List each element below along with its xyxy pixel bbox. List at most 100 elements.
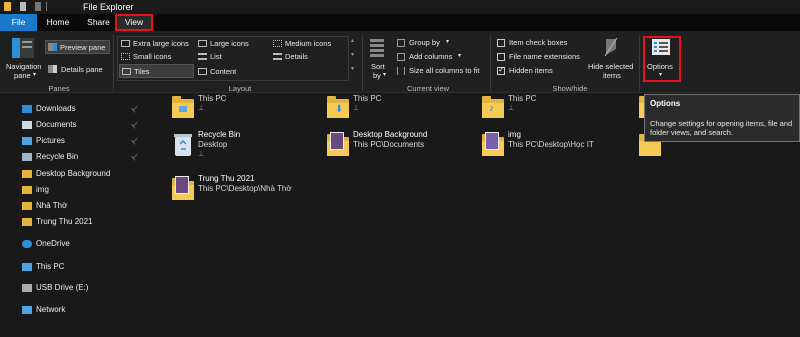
large-icons-label: Large icons xyxy=(210,39,249,48)
nav-item[interactable]: USB Drive (E:) xyxy=(0,280,150,296)
pin-icon: ⊥ xyxy=(508,105,515,112)
folder-icon: ⬇ xyxy=(327,96,349,118)
ribbon-divider xyxy=(113,35,114,91)
chevron-down-icon: ▾ xyxy=(446,39,450,45)
usb-drive-icon xyxy=(22,284,32,292)
tile-name: img xyxy=(508,130,521,139)
list-icon xyxy=(198,53,207,60)
medium-icons-icon xyxy=(273,40,282,47)
file-tile[interactable]: ⬇ This PC ⊥ xyxy=(327,94,477,128)
tile-location: Desktop xyxy=(198,140,228,149)
hide-selected-label-2: items xyxy=(603,71,621,80)
layout-group-label: Layout xyxy=(228,84,252,93)
documents-icon xyxy=(22,121,32,129)
chevron-down-icon: ▾ xyxy=(33,72,37,78)
file-name-extensions-checkbox[interactable] xyxy=(497,53,505,61)
navigation-pane: Downloads ⊥ Documents ⊥ Pictures ⊥ Recycle Bin… xyxy=(0,94,150,337)
tile-name: Recycle Bin xyxy=(198,130,241,139)
nav-item[interactable]: Desktop Background xyxy=(0,166,150,182)
nav-item[interactable]: OneDrive xyxy=(0,236,150,252)
folder-icon xyxy=(22,170,32,178)
panes-group-label: Panes xyxy=(48,84,70,93)
file-tile[interactable]: ♪ This PC ⊥ xyxy=(482,94,632,128)
window-title: File Explorer xyxy=(83,2,134,12)
nav-item[interactable]: Recycle Bin ⊥ xyxy=(0,149,150,165)
pin-icon: ⊥ xyxy=(198,105,205,112)
tile-location: This PC\Desktop\Nhà Thờ xyxy=(198,184,292,193)
tile-location: This PC\Desktop\Học IT xyxy=(508,140,594,149)
nav-item-label: Trung Thu 2021 xyxy=(36,217,93,226)
tile-name: Trung Thu 2021 xyxy=(198,174,255,183)
this-pc-icon xyxy=(22,263,32,271)
small-icons-icon xyxy=(121,53,130,60)
pin-icon: ⊥ xyxy=(129,135,141,147)
properties-icon[interactable] xyxy=(20,2,26,11)
sort-icon xyxy=(370,39,384,57)
details-pane-label: Details pane xyxy=(61,65,103,74)
ribbon: Navigation pane ▾ Preview pane Details p… xyxy=(0,31,800,93)
nav-item[interactable]: Downloads ⊥ xyxy=(0,101,150,117)
nav-item-label: This PC xyxy=(36,262,65,271)
pin-icon: ⊥ xyxy=(198,151,205,158)
nav-item[interactable]: This PC xyxy=(0,259,150,275)
group-by-label: Group by xyxy=(409,38,440,47)
ribbon-divider xyxy=(490,35,491,91)
nav-item[interactable]: Pictures ⊥ xyxy=(0,133,150,149)
tile-location: This PC xyxy=(508,94,537,103)
list-label: List xyxy=(210,52,222,61)
preview-pane-button[interactable]: Preview pane xyxy=(45,40,110,54)
add-columns-label: Add columns xyxy=(409,52,453,61)
pin-icon: ⊥ xyxy=(129,151,141,163)
hidden-items-checkbox[interactable] xyxy=(497,65,505,75)
tiles-label: Tiles xyxy=(134,67,150,76)
hide-selected-label: Hide selected xyxy=(588,62,634,71)
small-icons-label: Small icons xyxy=(133,52,172,61)
nav-item-label: Desktop Background xyxy=(36,169,111,178)
nav-item-label: Pictures xyxy=(36,136,65,145)
nav-item[interactable]: Documents ⊥ xyxy=(0,117,150,133)
item-check-boxes-checkbox[interactable] xyxy=(497,39,505,47)
preview-pane-icon xyxy=(48,43,57,51)
file-tile[interactable]: Desktop Background This PC\Documents xyxy=(327,130,477,164)
tab-home[interactable]: Home xyxy=(41,14,75,31)
file-tile[interactable]: Recycle Bin Desktop ⊥ xyxy=(172,130,322,164)
tile-location: This PC xyxy=(353,94,382,103)
tab-file[interactable]: File xyxy=(0,14,37,31)
folder-icon xyxy=(482,132,504,156)
folder-icon xyxy=(172,176,194,200)
nav-item[interactable]: Nhà Thờ xyxy=(0,198,150,214)
nav-item[interactable]: Network xyxy=(0,302,150,318)
options-tooltip: Options Change settings for opening item… xyxy=(644,94,800,142)
navigation-pane-label: Navigation xyxy=(6,62,42,71)
nav-item[interactable]: Trung Thu 2021 xyxy=(0,214,150,230)
downloads-icon xyxy=(22,105,32,113)
recycle-bin-icon xyxy=(172,132,194,156)
nav-item-label: OneDrive xyxy=(36,239,70,248)
extra-large-icons-icon xyxy=(121,40,130,47)
navigation-pane-icon xyxy=(12,38,34,58)
tab-view[interactable]: View xyxy=(115,14,153,31)
medium-icons-label: Medium icons xyxy=(285,39,332,48)
nav-item-label: Documents xyxy=(36,120,77,129)
chevron-up-icon: ▴ xyxy=(351,38,355,44)
file-tile[interactable]: img This PC\Desktop\Học IT xyxy=(482,130,632,164)
folder-icon xyxy=(327,132,349,156)
file-name-extensions-label: File name extensions xyxy=(509,52,580,61)
file-tile[interactable]: Trung Thu 2021 This PC\Desktop\Nhà Thờ xyxy=(172,174,322,208)
nav-item[interactable]: img xyxy=(0,182,150,198)
title-bar: File Explorer xyxy=(0,0,800,14)
ribbon-tab-bar: File Home Share View xyxy=(0,14,800,31)
layout-scrollbar[interactable]: ▴ ▾ ▾ xyxy=(350,37,357,81)
tab-share[interactable]: Share xyxy=(82,14,115,31)
network-icon xyxy=(22,306,32,314)
preview-pane-label: Preview pane xyxy=(60,43,106,52)
extra-large-icons-label: Extra large icons xyxy=(133,39,189,48)
pin-icon: ⊥ xyxy=(353,105,360,112)
group-by-icon xyxy=(397,39,405,47)
nav-item-label: Nhà Thờ xyxy=(36,201,68,210)
layout-tiles[interactable]: Tiles xyxy=(119,64,194,78)
expand-icon: ▾ xyxy=(351,66,355,72)
new-folder-icon[interactable] xyxy=(35,2,41,11)
quick-access-toolbar-dropdown[interactable] xyxy=(46,2,51,11)
file-tile[interactable]: This PC ⊥ xyxy=(172,94,322,128)
